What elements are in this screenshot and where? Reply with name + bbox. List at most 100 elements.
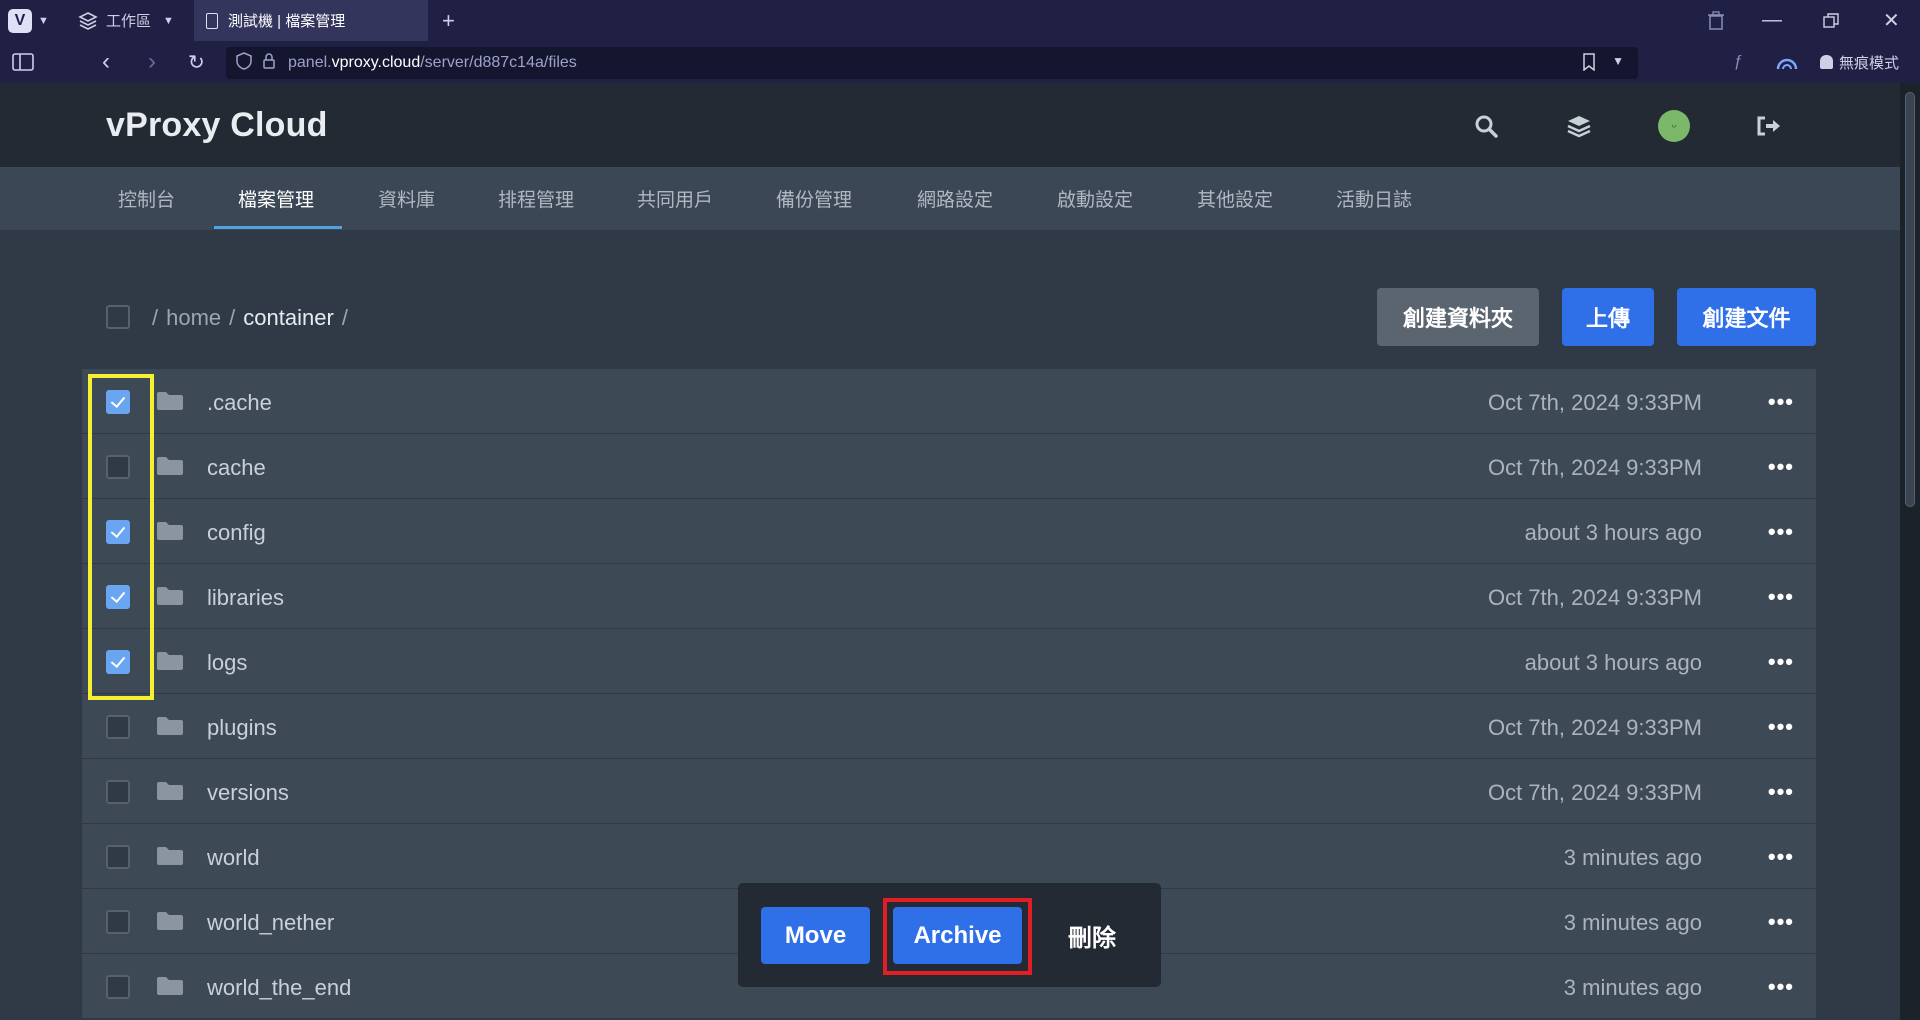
workspace-switcher[interactable]: 工作區 ▼ — [78, 0, 174, 41]
folder-icon — [157, 717, 183, 735]
nav-item-databases[interactable]: 資料庫 — [378, 167, 435, 230]
minimize-button[interactable]: — — [1762, 0, 1782, 41]
row-checkbox[interactable] — [106, 845, 130, 869]
file-row[interactable]: config about 3 hours ago ••• — [82, 499, 1816, 564]
extension-button[interactable]: ƒ — [1734, 41, 1743, 83]
file-row[interactable]: logs about 3 hours ago ••• — [82, 629, 1816, 694]
trash-button[interactable] — [1707, 0, 1725, 41]
breadcrumb-home[interactable]: home — [166, 305, 221, 331]
trash-icon — [1708, 10, 1724, 30]
chevron-down-icon: ▼ — [38, 14, 49, 27]
nav-item-users[interactable]: 共同用戶 — [637, 167, 713, 230]
vpn-extension-button[interactable] — [1776, 41, 1798, 83]
breadcrumb: / home / container / — [152, 305, 348, 331]
upload-button[interactable]: 上傳 — [1562, 288, 1654, 346]
back-button[interactable]: ‹ — [102, 41, 110, 83]
file-name[interactable]: world_the_end — [207, 975, 351, 1001]
close-icon: ✕ — [1883, 10, 1900, 32]
file-row[interactable]: plugins Oct 7th, 2024 9:33PM ••• — [82, 694, 1816, 759]
file-modified-date: 3 minutes ago — [1563, 975, 1702, 1000]
file-modified-date: 3 minutes ago — [1563, 845, 1702, 870]
nav-item-files[interactable]: 檔案管理 — [238, 167, 314, 230]
move-button[interactable]: Move — [761, 907, 870, 964]
file-name[interactable]: versions — [207, 780, 289, 806]
file-modified-date: 3 minutes ago — [1563, 910, 1702, 935]
site-logo[interactable]: vProxy Cloud — [106, 106, 328, 145]
tab-title: 測試機 | 檔案管理 — [228, 13, 346, 30]
more-options-icon[interactable]: ••• — [1768, 974, 1794, 1000]
file-row[interactable]: cache Oct 7th, 2024 9:33PM ••• — [82, 434, 1816, 499]
file-row[interactable]: libraries Oct 7th, 2024 9:33PM ••• — [82, 564, 1816, 629]
active-tab[interactable]: 測試機 | 檔案管理 — [194, 0, 428, 41]
more-options-icon[interactable]: ••• — [1768, 454, 1794, 480]
address-field[interactable]: panel. vproxy.cloud/server/d887c14a/files… — [226, 47, 1638, 79]
row-checkbox[interactable] — [106, 910, 130, 934]
url-path: /server/d887c14a/files — [420, 54, 577, 71]
file-modified-date: Oct 7th, 2024 9:33PM — [1487, 455, 1702, 480]
delete-button[interactable]: 刪除 — [1044, 907, 1140, 964]
bookmark-icon[interactable] — [1582, 53, 1596, 76]
nav-item-startup[interactable]: 啟動設定 — [1057, 167, 1133, 230]
nav-item-backups[interactable]: 備份管理 — [776, 167, 852, 230]
nav-item-network[interactable]: 網路設定 — [917, 167, 993, 230]
folder-icon — [157, 912, 183, 930]
select-all-checkbox[interactable] — [106, 305, 130, 329]
minimize-icon: — — [1762, 9, 1782, 31]
shield-icon — [236, 51, 252, 75]
breadcrumb-current: container — [243, 305, 334, 330]
create-file-button[interactable]: 創建文件 — [1677, 288, 1816, 346]
file-name[interactable]: world_nether — [207, 910, 334, 936]
incognito-indicator[interactable]: 無痕模式 — [1820, 41, 1899, 83]
url-prefix: panel. — [288, 54, 332, 71]
incognito-label: 無痕模式 — [1839, 54, 1900, 72]
row-checkbox[interactable] — [106, 975, 130, 999]
chevron-down-icon[interactable]: ▼ — [1612, 54, 1624, 68]
more-options-icon[interactable]: ••• — [1768, 584, 1794, 610]
file-name[interactable]: libraries — [207, 585, 284, 611]
restore-icon — [1823, 12, 1839, 28]
more-options-icon[interactable]: ••• — [1768, 389, 1794, 415]
chevron-left-icon: ‹ — [102, 48, 110, 75]
restore-button[interactable] — [1823, 0, 1839, 41]
folder-icon — [157, 847, 183, 865]
more-options-icon[interactable]: ••• — [1768, 779, 1794, 805]
more-options-icon[interactable]: ••• — [1768, 649, 1794, 675]
file-row[interactable]: .cache Oct 7th, 2024 9:33PM ••• — [82, 369, 1816, 434]
logout-button[interactable] — [1756, 113, 1782, 139]
nav-item-console[interactable]: 控制台 — [118, 167, 175, 230]
file-name[interactable]: config — [207, 520, 266, 546]
folder-icon — [157, 522, 183, 540]
file-modified-date: Oct 7th, 2024 9:33PM — [1487, 715, 1702, 740]
forward-button[interactable]: › — [148, 41, 156, 83]
file-name[interactable]: logs — [207, 650, 247, 676]
more-options-icon[interactable]: ••• — [1768, 909, 1794, 935]
panel-toggle-button[interactable] — [12, 41, 34, 83]
search-button[interactable] — [1473, 113, 1499, 139]
more-options-icon[interactable]: ••• — [1768, 519, 1794, 545]
create-folder-button[interactable]: 創建資料夾 — [1377, 288, 1539, 346]
file-name[interactable]: plugins — [207, 715, 277, 741]
layers-icon — [78, 11, 98, 30]
servers-button[interactable] — [1566, 113, 1592, 139]
file-name[interactable]: .cache — [207, 390, 272, 416]
nav-item-settings[interactable]: 其他設定 — [1197, 167, 1273, 230]
file-name[interactable]: world — [207, 845, 260, 871]
more-options-icon[interactable]: ••• — [1768, 714, 1794, 740]
folder-icon — [157, 782, 183, 800]
file-row[interactable]: world 3 minutes ago ••• — [82, 824, 1816, 889]
reload-button[interactable]: ↻ — [188, 41, 205, 83]
new-tab-button[interactable]: + — [442, 0, 455, 41]
close-window-button[interactable]: ✕ — [1883, 0, 1900, 41]
lock-icon — [262, 52, 276, 74]
file-row[interactable]: versions Oct 7th, 2024 9:33PM ••• — [82, 759, 1816, 824]
browser-menu-button[interactable]: V ▼ — [8, 0, 49, 41]
nav-item-schedules[interactable]: 排程管理 — [498, 167, 574, 230]
more-options-icon[interactable]: ••• — [1768, 844, 1794, 870]
file-modified-date: Oct 7th, 2024 9:33PM — [1487, 780, 1702, 805]
user-avatar[interactable]: ᵕ — [1658, 110, 1690, 142]
nav-item-activity[interactable]: 活動日誌 — [1336, 167, 1412, 230]
row-checkbox[interactable] — [106, 715, 130, 739]
row-checkbox[interactable] — [106, 780, 130, 804]
scrollbar-thumb[interactable] — [1905, 92, 1915, 507]
file-name[interactable]: cache — [207, 455, 266, 481]
